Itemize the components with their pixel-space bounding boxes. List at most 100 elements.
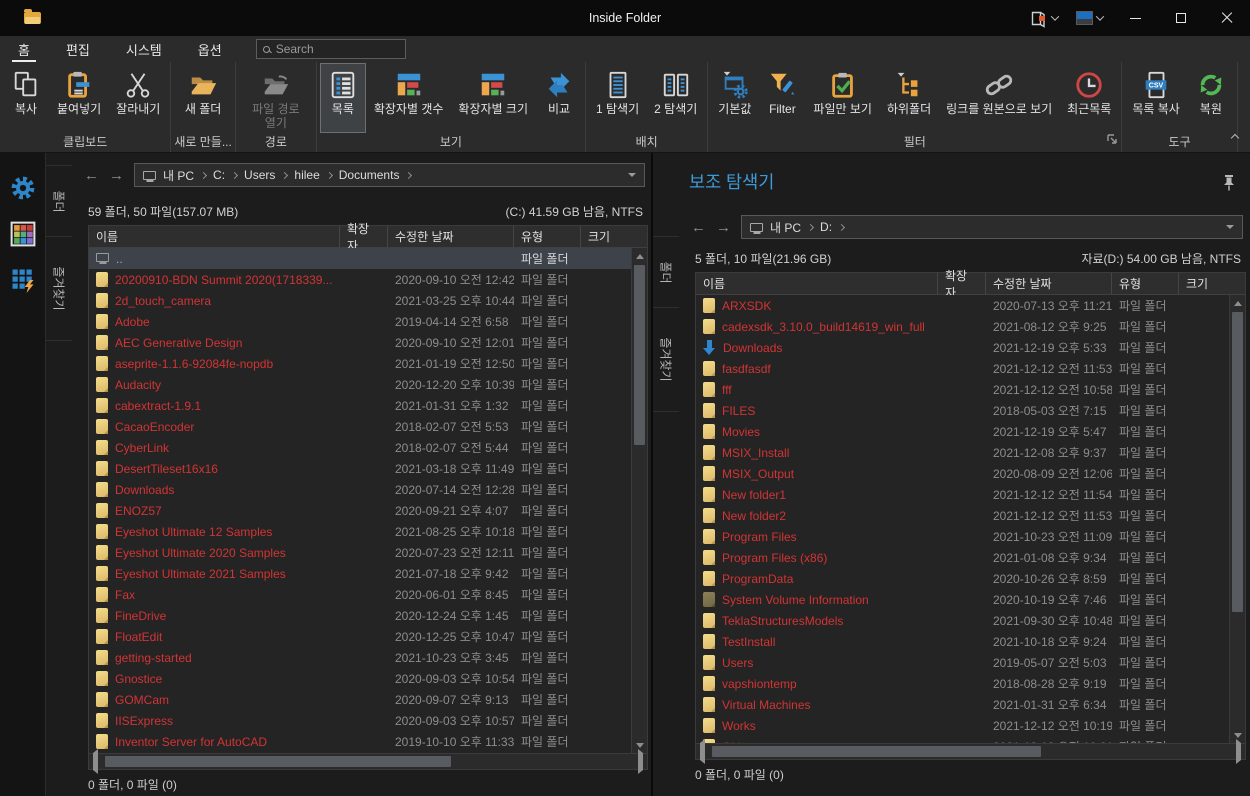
file-row[interactable]: TestInstall 2021-10-18 오후 9:24 파일 폴더 xyxy=(696,631,1245,652)
file-row[interactable]: GOMCam 2020-09-07 오후 9:13 파일 폴더 xyxy=(89,689,647,710)
forward-arrow-icon[interactable]: → xyxy=(109,168,124,183)
filter-dialog-launcher[interactable] xyxy=(1107,131,1117,149)
side-tab-favorites[interactable]: 즐겨찾기 xyxy=(653,308,679,412)
list-view-button[interactable]: 목록 xyxy=(320,63,366,133)
column-header-ext[interactable]: 확장자 xyxy=(938,273,986,294)
file-row[interactable]: AEC Generative Design 2020-09-10 오전 12:0… xyxy=(89,332,647,353)
column-header-name[interactable]: 이름 xyxy=(89,226,340,247)
open-file-path-button[interactable]: 파일 경로 열기 xyxy=(239,63,313,133)
file-row[interactable]: Downloads 2020-07-14 오전 12:28 파일 폴더 xyxy=(89,479,647,500)
file-row[interactable]: Eyeshot Ultimate 12 Samples 2021-08-25 오… xyxy=(89,521,647,542)
pushpin-icon[interactable] xyxy=(1223,175,1235,196)
side-tab-favorites[interactable]: 즐겨찾기 xyxy=(46,237,72,341)
workspace-switcher-button[interactable] xyxy=(1020,0,1066,36)
ribbon-collapse-button[interactable] xyxy=(1232,128,1238,146)
breadcrumb-dropdown-icon[interactable] xyxy=(628,173,636,177)
defaults-button[interactable]: 기본값 xyxy=(711,63,758,133)
file-row[interactable]: Obi 2021-12-12 오전 10:01 파일 폴더 xyxy=(696,736,1245,743)
file-row[interactable]: Gnostice 2020-09-03 오후 10:54 파일 폴더 xyxy=(89,668,647,689)
file-row[interactable]: getting-started 2021-10-23 오후 3:45 파일 폴더 xyxy=(89,647,647,668)
file-row[interactable]: 2d_touch_camera 2021-03-25 오후 10:44 파일 폴… xyxy=(89,290,647,311)
breadcrumb-item[interactable]: C: xyxy=(213,168,225,182)
file-row[interactable]: Works 2021-12-12 오전 10:19 파일 폴더 xyxy=(696,715,1245,736)
scrollbar-thumb[interactable] xyxy=(634,265,645,445)
file-row[interactable]: vapshiontemp 2018-08-28 오후 9:19 파일 폴더 xyxy=(696,673,1245,694)
close-button[interactable] xyxy=(1204,0,1250,36)
file-row[interactable]: cabextract-1.9.1 2021-01-31 오후 1:32 파일 폴… xyxy=(89,395,647,416)
links-original-button[interactable]: 링크를 원본으로 보기 xyxy=(939,63,1059,133)
new-folder-button[interactable]: 새 폴더 xyxy=(178,63,228,133)
file-row[interactable]: New folder1 2021-12-12 오전 11:54 파일 폴더 xyxy=(696,484,1245,505)
breadcrumb[interactable]: 내 PC C: Users hilee Documents xyxy=(134,163,645,187)
file-row[interactable]: fff 2021-12-12 오전 10:58 파일 폴더 xyxy=(696,379,1245,400)
cut-button[interactable]: 잘라내기 xyxy=(109,63,167,133)
horizontal-scrollbar[interactable] xyxy=(89,753,647,769)
scrollbar-thumb[interactable] xyxy=(712,746,1041,757)
file-row[interactable]: Adobe 2019-04-14 오전 6:58 파일 폴더 xyxy=(89,311,647,332)
minimize-button[interactable] xyxy=(1112,0,1158,36)
breadcrumb-item[interactable]: 내 PC xyxy=(163,167,194,184)
file-row[interactable]: System Volume Information 2020-10-19 오후 … xyxy=(696,589,1245,610)
file-row[interactable]: Eyeshot Ultimate 2021 Samples 2021-07-18… xyxy=(89,563,647,584)
file-row[interactable]: CyberLink 2018-02-07 오전 5:44 파일 폴더 xyxy=(89,437,647,458)
breadcrumb-dropdown-icon[interactable] xyxy=(1226,225,1234,229)
column-header-modified[interactable]: 수정한 날짜 xyxy=(388,226,514,247)
filter-button[interactable]: Filter xyxy=(759,63,805,133)
color-grid-icon[interactable] xyxy=(8,219,38,249)
file-row[interactable]: MSIX_Output 2020-08-09 오전 12:06 파일 폴더 xyxy=(696,463,1245,484)
restore-button[interactable]: 복원 xyxy=(1188,63,1234,133)
file-row[interactable]: Audacity 2020-12-20 오후 10:39 파일 폴더 xyxy=(89,374,647,395)
scroll-up-icon[interactable] xyxy=(1230,295,1245,311)
files-only-button[interactable]: 파일만 보기 xyxy=(806,63,879,133)
paste-button[interactable]: 붙여넣기 xyxy=(50,63,108,133)
file-row[interactable]: TeklaStructuresModels 2021-09-30 오후 10:4… xyxy=(696,610,1245,631)
file-row[interactable]: Users 2019-05-07 오전 5:03 파일 폴더 xyxy=(696,652,1245,673)
column-header-name[interactable]: 이름 xyxy=(696,273,938,294)
app-grid-lightning-icon[interactable] xyxy=(8,265,38,295)
search-input[interactable] xyxy=(276,42,399,56)
file-row[interactable]: IISExpress 2020-09-03 오후 10:57 파일 폴더 xyxy=(89,710,647,731)
file-row[interactable]: Downloads 2021-12-19 오후 5:33 파일 폴더 xyxy=(696,337,1245,358)
back-arrow-icon[interactable]: ← xyxy=(691,220,706,235)
side-tab-folders[interactable]: 폴더 xyxy=(653,236,679,308)
ext-count-button[interactable]: 확장자별 갯수 xyxy=(367,63,451,133)
file-row[interactable]: Fax 2020-06-01 오후 8:45 파일 폴더 xyxy=(89,584,647,605)
back-arrow-icon[interactable]: ← xyxy=(84,168,99,183)
tab-home[interactable]: 홈 xyxy=(16,36,32,62)
one-explorer-button[interactable]: 1 탐색기 xyxy=(589,63,646,133)
column-header-size[interactable]: 크기 xyxy=(1179,273,1245,294)
scroll-left-icon[interactable] xyxy=(93,753,98,771)
file-row[interactable]: ProgramData 2020-10-26 오후 8:59 파일 폴더 xyxy=(696,568,1245,589)
theme-picker-button[interactable] xyxy=(1066,0,1112,36)
file-row[interactable]: ENOZ57 2020-09-21 오후 4:07 파일 폴더 xyxy=(89,500,647,521)
side-tab-folders[interactable]: 폴더 xyxy=(46,165,72,237)
column-header-type[interactable]: 유형 xyxy=(1112,273,1179,294)
file-row[interactable]: Eyeshot Ultimate 2020 Samples 2020-07-23… xyxy=(89,542,647,563)
file-row[interactable]: FineDrive 2020-12-24 오후 1:45 파일 폴더 xyxy=(89,605,647,626)
forward-arrow-icon[interactable]: → xyxy=(716,220,731,235)
compare-button[interactable]: 비교 xyxy=(536,63,582,133)
tab-options[interactable]: 옵션 xyxy=(196,36,224,62)
two-explorer-button[interactable]: 2 탐색기 xyxy=(647,63,704,133)
scrollbar-thumb[interactable] xyxy=(105,756,451,767)
file-row[interactable]: .. 파일 폴더 xyxy=(89,248,647,269)
scroll-up-icon[interactable] xyxy=(632,248,647,264)
file-row[interactable]: cadexsdk_3.10.0_build14619_win_full 2021… xyxy=(696,316,1245,337)
file-row[interactable]: Movies 2021-12-19 오후 5:47 파일 폴더 xyxy=(696,421,1245,442)
file-row[interactable]: 20200910-BDN Summit 2020(1718339... 2020… xyxy=(89,269,647,290)
file-row[interactable]: aseprite-1.1.6-92084fe-nopdb 2021-01-19 … xyxy=(89,353,647,374)
scroll-right-icon[interactable] xyxy=(638,753,643,771)
scrollbar-thumb[interactable] xyxy=(1232,312,1243,612)
file-row[interactable]: MSIX_Install 2021-12-08 오후 9:37 파일 폴더 xyxy=(696,442,1245,463)
breadcrumb-item[interactable]: D: xyxy=(820,220,832,234)
horizontal-scrollbar[interactable] xyxy=(696,743,1245,759)
file-row[interactable]: fasdfasdf 2021-12-12 오전 11:53 파일 폴더 xyxy=(696,358,1245,379)
settings-gear-icon[interactable] xyxy=(8,173,38,203)
file-row[interactable]: FloatEdit 2020-12-25 오후 10:47 파일 폴더 xyxy=(89,626,647,647)
breadcrumb-item[interactable]: Users xyxy=(244,168,275,182)
ext-size-button[interactable]: 확장자별 크기 xyxy=(451,63,535,133)
scroll-left-icon[interactable] xyxy=(700,743,705,761)
breadcrumb-item[interactable]: 내 PC xyxy=(770,219,801,236)
column-header-type[interactable]: 유형 xyxy=(514,226,581,247)
breadcrumb[interactable]: 내 PC D: xyxy=(741,215,1243,239)
